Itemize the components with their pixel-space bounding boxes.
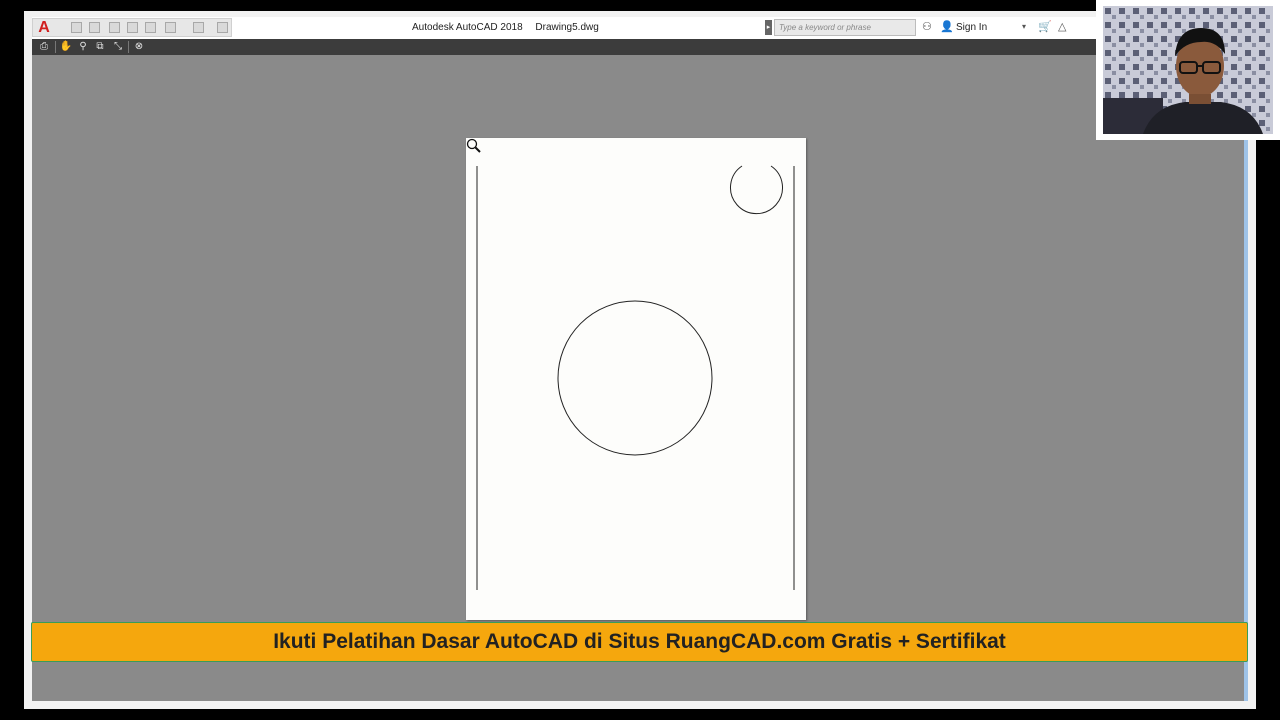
qat-dropdown-icon[interactable] <box>217 22 228 33</box>
webcam-overlay <box>1096 0 1280 140</box>
app-title: Autodesk AutoCAD 2018 <box>412 22 523 33</box>
quick-access-toolbar: A <box>32 18 232 37</box>
promo-banner: Ikuti Pelatihan Dasar AutoCAD di Situs R… <box>31 622 1248 662</box>
search-input[interactable]: Type a keyword or phrase <box>774 19 916 36</box>
save-icon[interactable] <box>109 22 120 33</box>
redo-icon[interactable] <box>193 22 204 33</box>
binoculars-icon[interactable]: ⚇ <box>922 20 932 33</box>
zoom-window-icon[interactable]: ⧉ <box>93 40 107 54</box>
print-icon[interactable] <box>145 22 156 33</box>
window-title: Autodesk AutoCAD 2018 Drawing5.dwg <box>412 17 732 39</box>
save-as-icon[interactable] <box>127 22 138 33</box>
close-preview-icon[interactable]: ⊗ <box>132 40 146 54</box>
undo-icon[interactable] <box>165 22 176 33</box>
autocad-logo-icon[interactable]: A <box>35 19 53 37</box>
drawing-canvas <box>476 165 795 590</box>
zoom-original-icon[interactable]: ⤡ <box>111 40 125 54</box>
toolbar-divider <box>128 41 129 53</box>
sign-in-button[interactable]: Sign In <box>956 17 987 39</box>
a360-icon[interactable]: △ <box>1058 20 1066 33</box>
user-icon: 👤 <box>940 21 954 33</box>
cart-icon[interactable]: 🛒 <box>1038 20 1052 33</box>
small-circle <box>730 165 783 215</box>
preview-viewport[interactable] <box>32 55 1244 701</box>
title-bar: A Autodesk AutoCAD 2018 Drawing5.dwg ▸ T… <box>32 17 1244 40</box>
presenter-video <box>1103 6 1273 134</box>
zoom-cursor-icon <box>466 138 481 153</box>
plot-icon[interactable]: ⎙ <box>37 40 51 54</box>
large-circle <box>557 300 713 456</box>
new-file-icon[interactable] <box>71 22 82 33</box>
file-name: Drawing5.dwg <box>535 22 599 33</box>
open-file-icon[interactable] <box>89 22 100 33</box>
paper-sheet <box>466 138 806 620</box>
toolbar-divider <box>55 41 56 53</box>
chevron-down-icon[interactable]: ▾ <box>1022 22 1026 31</box>
screen-area: A Autodesk AutoCAD 2018 Drawing5.dwg ▸ T… <box>24 11 1256 709</box>
search-expand-icon[interactable]: ▸ <box>765 20 772 35</box>
pan-icon[interactable]: ✋ <box>59 40 73 54</box>
preview-toolbar: ⎙ ✋ ⚲ ⧉ ⤡ ⊗ <box>32 39 1244 55</box>
zoom-icon[interactable]: ⚲ <box>76 40 90 54</box>
